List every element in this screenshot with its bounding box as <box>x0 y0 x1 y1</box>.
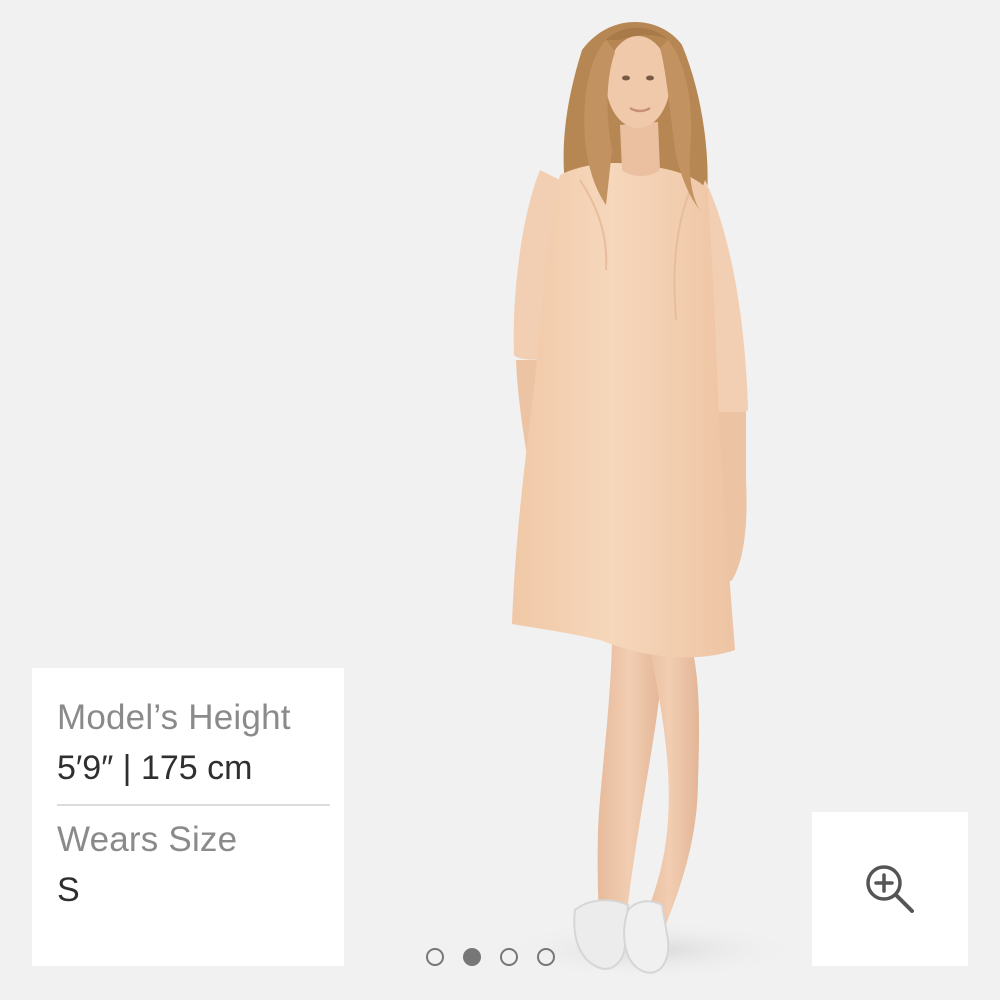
model-height-value: 5′9″ | 175 cm <box>57 749 253 787</box>
product-gallery: Model’s Height 5′9″ | 175 cm Wears Size … <box>0 0 1000 1000</box>
leg-left <box>597 630 662 930</box>
carousel-dot-1[interactable] <box>426 948 444 966</box>
wears-size-label: Wears Size <box>57 820 238 859</box>
wears-size-value: S <box>57 871 80 909</box>
model-info-card: Model’s Height 5′9″ | 175 cm Wears Size … <box>32 668 344 966</box>
face <box>606 36 670 128</box>
carousel-dot-4[interactable] <box>537 948 555 966</box>
zoom-in-icon <box>866 865 914 913</box>
shoe-right <box>623 900 670 974</box>
model-height-label: Model’s Height <box>57 698 291 737</box>
zoom-button[interactable] <box>812 812 968 966</box>
info-divider <box>57 804 330 806</box>
carousel-indicators <box>426 948 555 966</box>
carousel-dot-2[interactable] <box>463 948 481 966</box>
neck <box>620 122 660 176</box>
carousel-dot-3[interactable] <box>500 948 518 966</box>
